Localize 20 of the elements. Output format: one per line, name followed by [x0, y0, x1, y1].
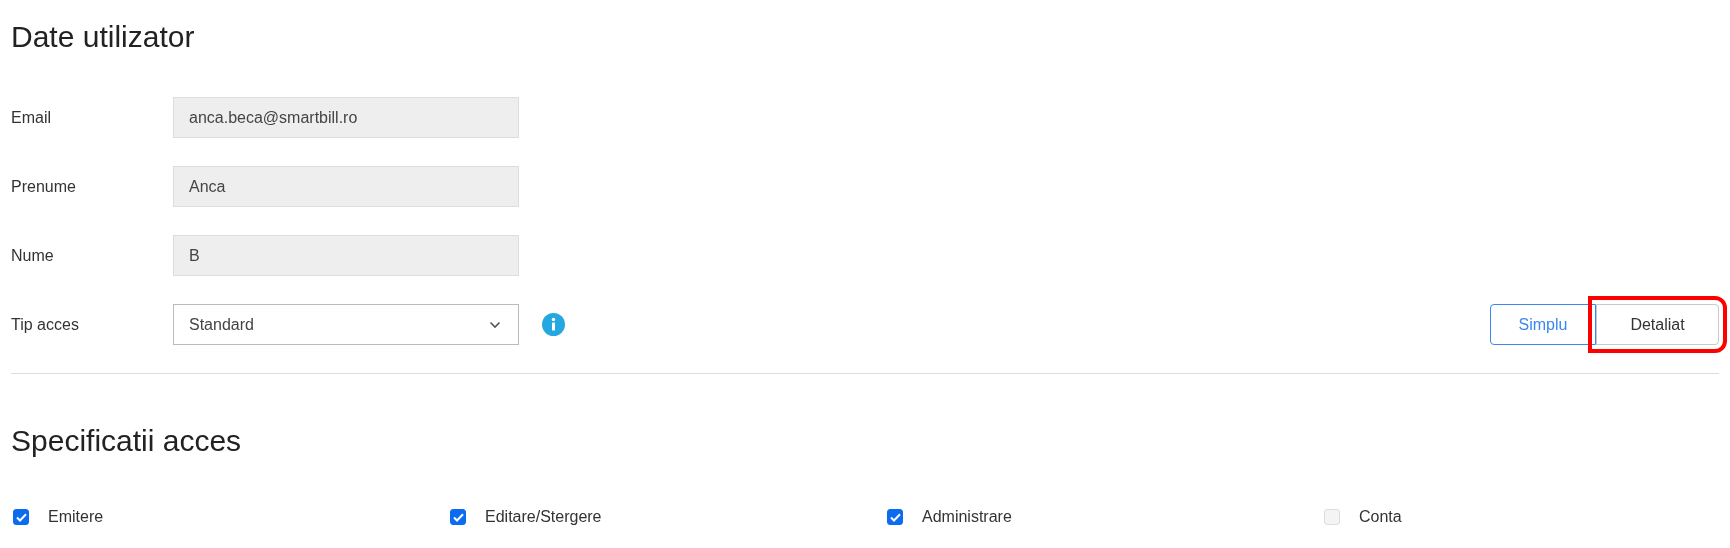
field-label: Nume	[11, 246, 55, 265]
checkbox[interactable]	[13, 509, 29, 525]
field-label: Email	[11, 108, 52, 127]
field-label: Prenume	[11, 177, 77, 196]
checkbox-label: Editare/Stergere	[485, 508, 602, 526]
caret-icon	[489, 320, 501, 329]
checkbox-label: Administrare	[922, 508, 1012, 526]
checkbox-label: Conta	[1359, 508, 1402, 526]
section-title: Date utilizator	[11, 19, 196, 55]
input-field[interactable]: Anca	[173, 166, 519, 207]
dropdown-field[interactable]: Standard	[173, 304, 519, 345]
section-title: Specificatii acces	[11, 423, 243, 459]
checkbox-label: Emitere	[48, 508, 104, 526]
checkbox[interactable]	[887, 509, 903, 525]
field-label: Tip acces	[11, 315, 80, 334]
info-icon[interactable]	[542, 313, 565, 336]
input-field[interactable]: anca.beca@smartbill.ro	[173, 97, 519, 138]
input-field[interactable]: B	[173, 235, 519, 276]
toggle-button[interactable]: Simplu	[1490, 304, 1596, 345]
checkbox[interactable]	[450, 509, 466, 525]
